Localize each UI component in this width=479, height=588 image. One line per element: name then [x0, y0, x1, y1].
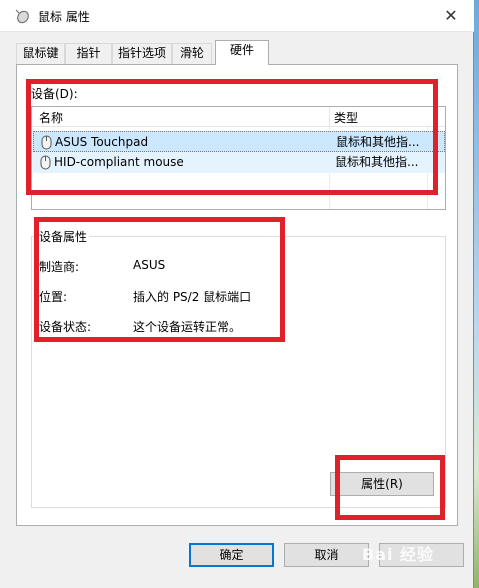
column-header-type[interactable]: 类型 [334, 109, 358, 126]
close-icon: ✕ [444, 6, 458, 25]
apply-button[interactable] [379, 543, 464, 567]
location-label: 位置: [39, 290, 68, 304]
device-name: HID-compliant mouse [54, 155, 184, 169]
tab-pointers[interactable]: 指针 [65, 43, 112, 64]
mouse-properties-dialog: 鼠标 属性 ✕ 鼠标键 指针 指针选项 滑轮 硬件 设备(D): 名称 类型 A… [0, 0, 474, 588]
list-item[interactable]: ASUS Touchpad 鼠标和其他指... [33, 131, 445, 152]
device-properties-group [31, 236, 446, 508]
column-header-name[interactable]: 名称 [39, 109, 63, 126]
close-button[interactable]: ✕ [428, 0, 474, 31]
location-value: 插入的 PS/2 鼠标端口 [133, 290, 252, 304]
devices-label: 设备(D): [31, 87, 78, 101]
ok-button[interactable]: 确定 [189, 543, 274, 567]
device-properties-title: 设备属性 [37, 228, 90, 245]
device-name: ASUS Touchpad [55, 135, 149, 149]
list-header: 名称 类型 [32, 107, 445, 127]
tab-pointer-options[interactable]: 指针选项 [112, 43, 172, 64]
column-divider[interactable] [329, 107, 330, 126]
tab-buttons[interactable]: 鼠标键 [16, 43, 65, 64]
properties-button[interactable]: 属性(R) [330, 472, 434, 496]
tab-wheel[interactable]: 滑轮 [172, 43, 212, 64]
device-list[interactable]: 名称 类型 ASUS Touchpad 鼠标和其他指... HID-compli… [31, 106, 446, 210]
cancel-button[interactable]: 取消 [284, 543, 369, 567]
manufacturer-label: 制造商: [39, 260, 80, 274]
title-bar: 鼠标 属性 ✕ [0, 0, 474, 32]
manufacturer-value: ASUS [133, 258, 166, 272]
window-title: 鼠标 属性 [38, 10, 90, 24]
device-status-value: 这个设备运转正常。 [133, 320, 242, 334]
mouse-device-icon [40, 155, 51, 170]
device-status-label: 设备状态: [39, 320, 92, 334]
device-type: 鼠标和其他指... [336, 135, 420, 149]
tab-hardware[interactable]: 硬件 [215, 40, 269, 65]
mouse-device-icon [41, 135, 52, 150]
device-type: 鼠标和其他指... [335, 155, 419, 169]
mouse-icon [15, 9, 29, 24]
list-item[interactable]: HID-compliant mouse 鼠标和其他指... [33, 152, 445, 173]
